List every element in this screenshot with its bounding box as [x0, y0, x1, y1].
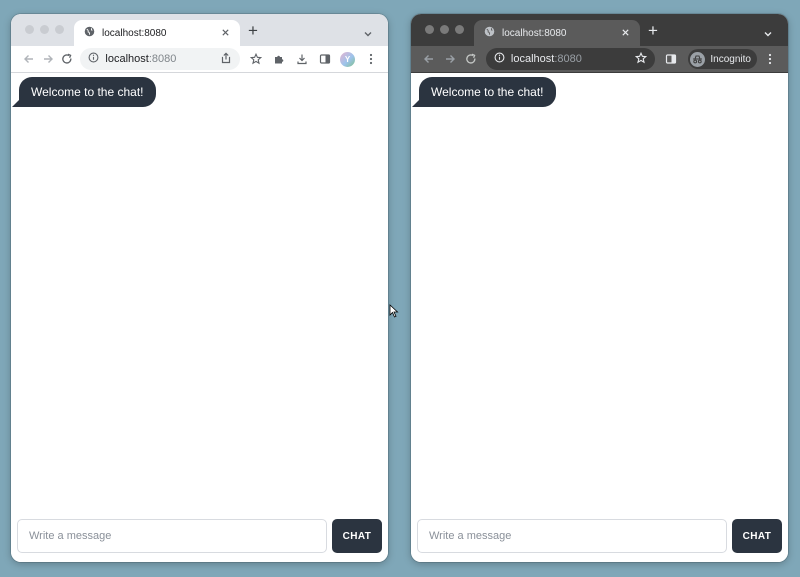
download-icon[interactable]: [292, 49, 311, 69]
tab-title: localhost:8080: [102, 27, 167, 39]
info-icon[interactable]: [88, 52, 99, 66]
browser-window-regular: localhost:8080 + localhost:8080 Y Welcom…: [11, 14, 388, 562]
chevron-down-icon[interactable]: [763, 25, 773, 43]
reload-icon[interactable]: [57, 49, 76, 69]
chat-page: Welcome to the chat! CHAT: [411, 73, 788, 562]
toolbar-actions: Y: [246, 49, 380, 69]
close-window-button[interactable]: [425, 25, 434, 34]
chat-send-button[interactable]: CHAT: [732, 519, 782, 553]
chat-composer: CHAT: [17, 519, 382, 553]
browser-toolbar: localhost:8080 Incognito: [411, 46, 788, 73]
globe-icon: [84, 26, 95, 40]
close-window-button[interactable]: [25, 25, 34, 34]
window-controls: [25, 25, 64, 34]
side-panel-icon[interactable]: [315, 49, 334, 69]
url-text: localhost:8080: [105, 53, 220, 65]
star-icon[interactable]: [246, 49, 265, 69]
resize-cursor-icon: [389, 304, 399, 323]
zoom-window-button[interactable]: [455, 25, 464, 34]
more-icon[interactable]: [761, 49, 780, 69]
close-icon[interactable]: [221, 27, 230, 39]
new-tab-button[interactable]: +: [248, 22, 258, 39]
profile-avatar[interactable]: Y: [338, 49, 357, 69]
address-bar[interactable]: localhost:8080: [485, 48, 656, 70]
share-icon[interactable]: [220, 51, 232, 67]
forward-icon[interactable]: [38, 49, 57, 69]
browser-toolbar: localhost:8080 Y: [11, 46, 388, 73]
chat-message-bubble: Welcome to the chat!: [419, 77, 556, 107]
info-icon[interactable]: [494, 52, 505, 66]
url-port: :8080: [148, 53, 177, 65]
chat-page: Welcome to the chat! CHAT: [11, 73, 388, 562]
incognito-label: Incognito: [710, 53, 751, 65]
message-input[interactable]: [417, 519, 727, 553]
back-icon[interactable]: [419, 49, 440, 69]
tab-strip: localhost:8080 +: [11, 14, 388, 46]
url-host: localhost: [105, 53, 149, 65]
tab-active[interactable]: localhost:8080: [74, 20, 240, 46]
incognito-icon: [690, 51, 706, 67]
chat-message-bubble: Welcome to the chat!: [19, 77, 156, 107]
minimize-window-button[interactable]: [440, 25, 449, 34]
url-host: localhost: [510, 53, 555, 65]
window-controls: [425, 25, 464, 34]
chevron-down-icon[interactable]: [363, 25, 373, 43]
chat-composer: CHAT: [417, 519, 782, 553]
tab-active[interactable]: localhost:8080: [474, 20, 640, 46]
message-input[interactable]: [17, 519, 327, 553]
zoom-window-button[interactable]: [55, 25, 64, 34]
toolbar-actions: Incognito: [661, 49, 780, 69]
address-bar[interactable]: localhost:8080: [80, 48, 240, 70]
minimize-window-button[interactable]: [40, 25, 49, 34]
globe-icon: [484, 26, 495, 40]
avatar: Y: [340, 51, 355, 67]
tab-title: localhost:8080: [502, 27, 567, 39]
incognito-indicator[interactable]: Incognito: [688, 49, 757, 69]
url-port: :8080: [554, 53, 582, 65]
back-icon[interactable]: [19, 49, 38, 69]
close-icon[interactable]: [621, 27, 630, 39]
more-icon[interactable]: [361, 49, 380, 69]
side-panel-icon[interactable]: [661, 49, 680, 69]
forward-icon[interactable]: [440, 49, 461, 69]
url-text: localhost:8080: [511, 53, 635, 65]
browser-window-incognito: localhost:8080 + localhost:8080 Incognit…: [411, 14, 788, 562]
chat-send-button[interactable]: CHAT: [332, 519, 382, 553]
star-icon[interactable]: [635, 51, 648, 67]
new-tab-button[interactable]: +: [648, 22, 658, 39]
tab-strip: localhost:8080 +: [411, 14, 788, 46]
extensions-icon[interactable]: [269, 49, 288, 69]
reload-icon[interactable]: [461, 49, 482, 69]
